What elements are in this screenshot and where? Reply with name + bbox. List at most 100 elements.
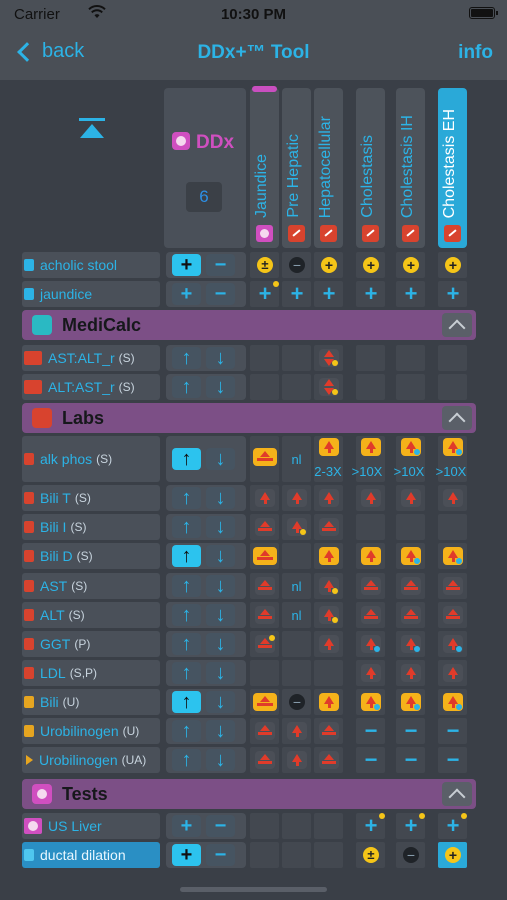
- lab-label[interactable]: LDL (S,P): [22, 660, 160, 686]
- toggle-group: ↑ ↓: [166, 747, 246, 773]
- calc-label[interactable]: ALT:AST_r (S): [22, 374, 160, 400]
- minus-button[interactable]: −: [206, 254, 235, 276]
- up-button[interactable]: ↑: [172, 662, 201, 684]
- normal-high-icon: [255, 606, 275, 624]
- up-button[interactable]: ↑: [172, 720, 201, 742]
- toggle-group: ↑ ↓: [166, 631, 246, 657]
- plus-icon: +: [445, 847, 461, 863]
- minus-button[interactable]: −: [206, 844, 235, 866]
- column-cholestasis-eh[interactable]: Cholestasis EH: [438, 88, 467, 248]
- cell: [250, 602, 279, 628]
- lab-label[interactable]: Bili (U): [22, 689, 160, 715]
- test-text: US Liver: [48, 818, 102, 834]
- plus-button[interactable]: +: [172, 254, 201, 276]
- cell: [282, 543, 311, 569]
- down-button[interactable]: ↓: [206, 662, 235, 684]
- toggle-group: ↑ ↓: [166, 374, 246, 400]
- down-button[interactable]: ↓: [206, 545, 235, 567]
- down-button[interactable]: ↓: [206, 575, 235, 597]
- test-label[interactable]: ductal dilation: [22, 842, 160, 868]
- down-button[interactable]: ↓: [206, 516, 235, 538]
- column-jaundice[interactable]: Jaundice: [250, 86, 279, 248]
- up-button[interactable]: ↑: [172, 691, 201, 713]
- up-button[interactable]: ↑: [172, 347, 201, 369]
- cell: [356, 514, 385, 540]
- down-button[interactable]: ↓: [206, 633, 235, 655]
- up-arrow-icon: [443, 547, 463, 565]
- column-label: Hepatocellular: [317, 115, 334, 218]
- status-bar: Carrier 10:30 PM: [0, 0, 507, 28]
- down-button[interactable]: ↓: [206, 448, 235, 470]
- cell: [250, 514, 279, 540]
- lab-label[interactable]: ALT (S): [22, 602, 160, 628]
- lab-label[interactable]: Bili D (S): [22, 543, 160, 569]
- section-title: Labs: [62, 408, 105, 428]
- finding-label[interactable]: jaundice: [22, 281, 160, 307]
- up-button[interactable]: ↑: [172, 448, 201, 470]
- up-arrow-icon: [361, 489, 381, 507]
- specimen-suffix: (UA): [121, 753, 147, 767]
- selected-indicator: [252, 86, 277, 92]
- lab-label[interactable]: GGT (P): [22, 631, 160, 657]
- plus-button[interactable]: +: [172, 815, 201, 837]
- down-button[interactable]: ↓: [206, 720, 235, 742]
- minus-button[interactable]: −: [206, 815, 235, 837]
- specimen-suffix: (S): [68, 608, 85, 622]
- lab-label[interactable]: Urobilinogen (UA): [22, 747, 160, 773]
- dot-indicator: [456, 449, 462, 455]
- collapse-button[interactable]: [442, 782, 472, 806]
- down-button[interactable]: ↓: [206, 749, 235, 771]
- down-button[interactable]: ↓: [206, 691, 235, 713]
- up-button[interactable]: ↑: [172, 545, 201, 567]
- cell: [438, 374, 467, 400]
- up-button[interactable]: ↑: [172, 516, 201, 538]
- column-hepatocellular[interactable]: Hepatocellular: [314, 88, 343, 248]
- plus-button[interactable]: +: [172, 844, 201, 866]
- lab-label[interactable]: Bili T (S): [22, 485, 160, 511]
- lab-label[interactable]: alk phos (S): [22, 436, 160, 482]
- test-label[interactable]: US Liver: [22, 813, 160, 839]
- up-arrow-icon: [319, 489, 339, 507]
- minus-icon: −: [403, 847, 419, 863]
- up-button[interactable]: ↑: [172, 376, 201, 398]
- plus-minus-icon: ±: [257, 257, 273, 273]
- normal-high-icon: [401, 577, 421, 595]
- up-button[interactable]: ↑: [172, 575, 201, 597]
- up-arrow-icon: [319, 606, 339, 624]
- finding-label[interactable]: acholic stool: [22, 252, 160, 278]
- collapse-button[interactable]: [442, 406, 472, 430]
- column-cholestasis-ih[interactable]: Cholestasis IH: [396, 88, 425, 248]
- plus-icon: +: [364, 281, 378, 306]
- dot-indicator: [456, 646, 462, 652]
- up-arrow-icon: [319, 693, 339, 711]
- up-button[interactable]: ↑: [172, 749, 201, 771]
- down-button[interactable]: ↓: [206, 347, 235, 369]
- specimen-suffix: (S): [118, 351, 135, 365]
- calc-icon: [24, 380, 42, 394]
- dot-indicator: [273, 281, 279, 287]
- plus-button[interactable]: +: [172, 283, 201, 305]
- cell: [250, 813, 279, 839]
- up-arrow-icon: [401, 693, 421, 711]
- down-button[interactable]: ↓: [206, 376, 235, 398]
- collapse-button[interactable]: [442, 313, 472, 337]
- info-button[interactable]: info: [458, 42, 493, 64]
- minus-button[interactable]: −: [206, 283, 235, 305]
- cell: +: [438, 252, 467, 278]
- down-button[interactable]: ↓: [206, 487, 235, 509]
- dot-indicator: [461, 813, 467, 819]
- column-cholestasis[interactable]: Cholestasis: [356, 88, 385, 248]
- up-button[interactable]: ↑: [172, 633, 201, 655]
- down-button[interactable]: ↓: [206, 604, 235, 626]
- ddx-icon: [172, 132, 190, 150]
- lab-label[interactable]: Bili I (S): [22, 514, 160, 540]
- collapse-up-icon[interactable]: [78, 118, 106, 140]
- lab-label[interactable]: Urobilinogen (U): [22, 718, 160, 744]
- column-pre-hepatic[interactable]: Pre Hepatic: [282, 88, 311, 248]
- calc-label[interactable]: AST:ALT_r (S): [22, 345, 160, 371]
- plus-icon: +: [363, 257, 379, 273]
- cell: [314, 345, 343, 371]
- lab-label[interactable]: AST (S): [22, 573, 160, 599]
- up-button[interactable]: ↑: [172, 604, 201, 626]
- up-button[interactable]: ↑: [172, 487, 201, 509]
